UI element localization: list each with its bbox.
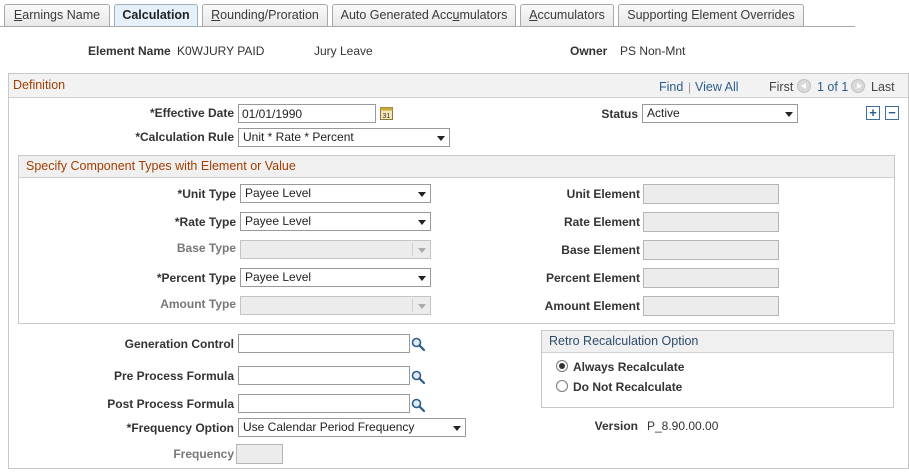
base-element-field: [643, 240, 779, 260]
rate-type-value: Payee Level: [245, 214, 312, 228]
amount-element-label: Amount Element: [544, 299, 640, 313]
element-name-value: K0WJURY PAID: [177, 44, 265, 58]
view-all-link[interactable]: View All: [695, 80, 739, 94]
chevron-down-icon: [418, 192, 426, 197]
definition-title: Definition: [13, 78, 66, 92]
frequency-field: [236, 444, 283, 464]
lookup-icon[interactable]: [411, 337, 425, 351]
select-separator: [412, 299, 413, 312]
tab-auto-generated-accumulators[interactable]: Auto Generated Accumulators: [332, 4, 516, 26]
lookup-icon[interactable]: [411, 398, 425, 412]
calculation-rule-label: *Calculation Rule: [135, 130, 234, 144]
element-name-label: Element Name: [88, 44, 171, 58]
percent-element-field: [643, 268, 779, 288]
element-description: Jury Leave: [314, 44, 373, 58]
always-recalculate-label[interactable]: Always Recalculate: [573, 360, 684, 374]
always-recalculate-radio[interactable]: [556, 360, 568, 372]
do-not-recalculate-radio[interactable]: [556, 380, 568, 392]
base-type-select: [240, 240, 431, 259]
separator: |: [688, 80, 692, 94]
percent-type-value: Payee Level: [245, 270, 312, 284]
unit-type-label: *Unit Type: [177, 187, 236, 201]
unit-element-label: Unit Element: [566, 187, 640, 201]
last-label[interactable]: Last: [871, 80, 895, 94]
rate-type-label: *Rate Type: [174, 215, 236, 229]
pre-process-formula-label: Pre Process Formula: [113, 369, 234, 383]
post-process-formula-label: Post Process Formula: [107, 397, 234, 411]
frequency-option-select[interactable]: Use Calendar Period Frequency: [238, 418, 466, 437]
chevron-down-icon: [418, 248, 426, 253]
amount-type-label: Amount Type: [160, 297, 236, 311]
generation-control-label: Generation Control: [124, 337, 234, 351]
add-row-icon[interactable]: +: [866, 106, 880, 120]
owner-label: Owner: [570, 44, 608, 58]
frequency-option-label: *Frequency Option: [126, 421, 234, 435]
chevron-down-icon: [418, 304, 426, 309]
tab-accumulators[interactable]: Accumulators: [520, 4, 614, 26]
status-value: Active: [647, 106, 680, 120]
tab-rounding-proration[interactable]: Rounding/Proration: [202, 4, 328, 26]
lookup-icon[interactable]: [411, 370, 425, 384]
tab-label: Earnings Name: [13, 8, 101, 22]
amount-element-field: [643, 296, 779, 316]
rate-type-select[interactable]: Payee Level: [240, 212, 431, 231]
calendar-icon[interactable]: 31: [380, 106, 393, 120]
chevron-down-icon: [418, 220, 426, 225]
tab-label: Auto Generated Accumulators: [340, 8, 508, 22]
calculation-rule-select[interactable]: Unit * Rate * Percent: [238, 128, 450, 147]
rate-element-field: [643, 212, 779, 232]
status-label: Status: [601, 107, 638, 121]
rate-element-label: Rate Element: [563, 215, 640, 229]
chevron-down-icon: [437, 136, 445, 141]
component-types-title: Specify Component Types with Element or …: [26, 159, 296, 173]
retro-recalculation-title: Retro Recalculation Option: [549, 334, 699, 348]
effective-date-input[interactable]: [238, 104, 376, 123]
version-value: P_8.90.00.00: [647, 419, 719, 433]
unit-type-select[interactable]: Payee Level: [240, 184, 431, 203]
delete-row-icon[interactable]: −: [885, 106, 899, 120]
frequency-label: Frequency: [173, 447, 234, 461]
unit-type-value: Payee Level: [245, 186, 312, 200]
chevron-down-icon: [453, 426, 461, 431]
tab-label: Rounding/Proration: [211, 8, 319, 22]
calculation-rule-value: Unit * Rate * Percent: [243, 130, 354, 144]
amount-type-select: [240, 296, 431, 315]
post-process-formula-input[interactable]: [238, 394, 410, 413]
first-label[interactable]: First: [769, 80, 793, 94]
previous-icon[interactable]: [797, 79, 811, 93]
tab-label: Accumulators: [529, 8, 605, 22]
tab-calculation[interactable]: Calculation: [114, 4, 198, 27]
chevron-down-icon: [785, 112, 793, 117]
tab-label: Supporting Element Overrides: [627, 8, 795, 22]
svg-text:31: 31: [383, 113, 391, 120]
next-icon[interactable]: [851, 79, 865, 93]
version-label: Version: [594, 419, 638, 433]
tab-divider: [0, 26, 855, 27]
tab-label: Calculation: [122, 8, 190, 22]
paging-text: 1 of 1: [817, 80, 849, 94]
percent-type-label: *Percent Type: [156, 271, 236, 285]
pre-process-formula-input[interactable]: [238, 366, 410, 385]
base-element-label: Base Element: [561, 243, 640, 257]
percent-element-label: Percent Element: [545, 271, 640, 285]
base-type-label: Base Type: [176, 241, 236, 255]
effective-date-label: *Effective Date: [149, 106, 234, 120]
generation-control-input[interactable]: [238, 334, 410, 353]
do-not-recalculate-label[interactable]: Do Not Recalculate: [573, 380, 682, 394]
chevron-down-icon: [418, 276, 426, 281]
select-separator: [412, 243, 413, 256]
owner-value: PS Non-Mnt: [620, 44, 686, 58]
find-link[interactable]: Find: [659, 80, 683, 94]
tab-supporting-element-overrides[interactable]: Supporting Element Overrides: [618, 4, 804, 26]
unit-element-field: [643, 184, 779, 204]
frequency-option-value: Use Calendar Period Frequency: [243, 420, 415, 434]
percent-type-select[interactable]: Payee Level: [240, 268, 431, 287]
tab-earnings-name[interactable]: Earnings Name: [4, 4, 110, 26]
status-select[interactable]: Active: [642, 104, 798, 123]
